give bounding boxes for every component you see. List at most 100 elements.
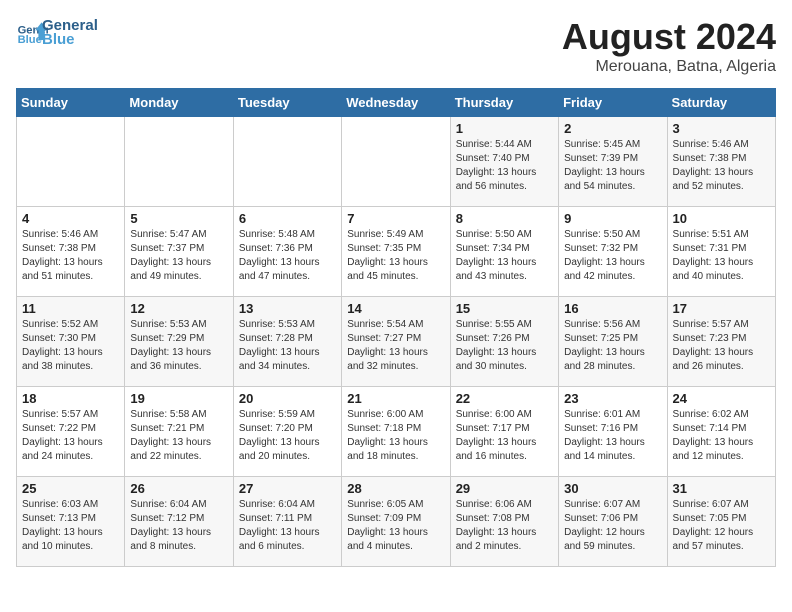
- day-number: 2: [564, 121, 661, 136]
- day-info: Sunrise: 5:52 AM Sunset: 7:30 PM Dayligh…: [22, 318, 119, 374]
- week-row-3: 11 Sunrise: 5:52 AM Sunset: 7:30 PM Dayli…: [17, 297, 776, 387]
- day-info: Sunrise: 5:48 AM Sunset: 7:36 PM Dayligh…: [239, 228, 336, 284]
- logo: General Blue General Blue: [16, 16, 98, 48]
- weekday-header-sunday: Sunday: [17, 89, 125, 117]
- day-number: 27: [239, 481, 336, 496]
- day-info: Sunrise: 5:57 AM Sunset: 7:22 PM Dayligh…: [22, 408, 119, 464]
- day-cell: [233, 117, 341, 207]
- day-info: Sunrise: 6:06 AM Sunset: 7:08 PM Dayligh…: [456, 498, 553, 554]
- day-info: Sunrise: 5:50 AM Sunset: 7:34 PM Dayligh…: [456, 228, 553, 284]
- day-info: Sunrise: 6:04 AM Sunset: 7:12 PM Dayligh…: [130, 498, 227, 554]
- page-header: General Blue General Blue August 2024 Me…: [16, 16, 776, 76]
- day-number: 15: [456, 301, 553, 316]
- day-number: 20: [239, 391, 336, 406]
- day-number: 11: [22, 301, 119, 316]
- day-cell: 23Sunrise: 6:01 AM Sunset: 7:16 PM Dayli…: [559, 387, 667, 477]
- day-number: 8: [456, 211, 553, 226]
- day-cell: 1 Sunrise: 5:44 AM Sunset: 7:40 PM Daylig…: [450, 117, 558, 207]
- day-cell: 9Sunrise: 5:50 AM Sunset: 7:32 PM Daylig…: [559, 207, 667, 297]
- day-number: 30: [564, 481, 661, 496]
- day-cell: 19 Sunrise: 5:58 AM Sunset: 7:21 PM Dayli…: [125, 387, 233, 477]
- day-cell: 26Sunrise: 6:04 AM Sunset: 7:12 PM Dayli…: [125, 477, 233, 567]
- day-info: Sunrise: 6:04 AM Sunset: 7:11 PM Dayligh…: [239, 498, 336, 554]
- day-cell: 6 Sunrise: 5:48 AM Sunset: 7:36 PM Daylig…: [233, 207, 341, 297]
- weekday-header-monday: Monday: [125, 89, 233, 117]
- day-info: Sunrise: 5:53 AM Sunset: 7:28 PM Dayligh…: [239, 318, 336, 374]
- weekday-header-saturday: Saturday: [667, 89, 775, 117]
- day-cell: 28 Sunrise: 6:05 AM Sunset: 7:09 PM Dayli…: [342, 477, 450, 567]
- day-cell: 17 Sunrise: 5:57 AM Sunset: 7:23 PM Dayli…: [667, 297, 775, 387]
- day-info: Sunrise: 5:46 AM Sunset: 7:38 PM Dayligh…: [22, 228, 119, 284]
- day-cell: 22 Sunrise: 6:00 AM Sunset: 7:17 PM Dayli…: [450, 387, 558, 477]
- day-cell: 18 Sunrise: 5:57 AM Sunset: 7:22 PM Dayli…: [17, 387, 125, 477]
- month-year-title: August 2024: [562, 16, 776, 58]
- day-info: Sunrise: 5:57 AM Sunset: 7:23 PM Dayligh…: [673, 318, 770, 374]
- day-info: Sunrise: 5:51 AM Sunset: 7:31 PM Dayligh…: [673, 228, 770, 284]
- day-info: Sunrise: 6:07 AM Sunset: 7:06 PM Dayligh…: [564, 498, 661, 554]
- day-info: Sunrise: 5:47 AM Sunset: 7:37 PM Dayligh…: [130, 228, 227, 284]
- day-info: Sunrise: 5:53 AM Sunset: 7:29 PM Dayligh…: [130, 318, 227, 374]
- day-info: Sunrise: 6:05 AM Sunset: 7:09 PM Dayligh…: [347, 498, 444, 554]
- day-cell: [125, 117, 233, 207]
- weekday-header-friday: Friday: [559, 89, 667, 117]
- day-number: 6: [239, 211, 336, 226]
- day-info: Sunrise: 5:49 AM Sunset: 7:35 PM Dayligh…: [347, 228, 444, 284]
- day-number: 17: [673, 301, 770, 316]
- week-row-2: 4 Sunrise: 5:46 AM Sunset: 7:38 PM Daylig…: [17, 207, 776, 297]
- day-number: 18: [22, 391, 119, 406]
- day-number: 7: [347, 211, 444, 226]
- day-cell: 13 Sunrise: 5:53 AM Sunset: 7:28 PM Dayli…: [233, 297, 341, 387]
- day-info: Sunrise: 5:56 AM Sunset: 7:25 PM Dayligh…: [564, 318, 661, 374]
- day-info: Sunrise: 6:07 AM Sunset: 7:05 PM Dayligh…: [673, 498, 770, 554]
- day-cell: 15 Sunrise: 5:55 AM Sunset: 7:26 PM Dayli…: [450, 297, 558, 387]
- day-number: 28: [347, 481, 444, 496]
- day-cell: 10 Sunrise: 5:51 AM Sunset: 7:31 PM Dayli…: [667, 207, 775, 297]
- day-info: Sunrise: 5:55 AM Sunset: 7:26 PM Dayligh…: [456, 318, 553, 374]
- day-number: 13: [239, 301, 336, 316]
- day-cell: 20Sunrise: 5:59 AM Sunset: 7:20 PM Dayli…: [233, 387, 341, 477]
- day-cell: 24Sunrise: 6:02 AM Sunset: 7:14 PM Dayli…: [667, 387, 775, 477]
- calendar-table: SundayMondayTuesdayWednesdayThursdayFrid…: [16, 88, 776, 567]
- weekday-header-thursday: Thursday: [450, 89, 558, 117]
- day-number: 21: [347, 391, 444, 406]
- day-number: 4: [22, 211, 119, 226]
- day-number: 22: [456, 391, 553, 406]
- day-number: 12: [130, 301, 227, 316]
- weekday-header-tuesday: Tuesday: [233, 89, 341, 117]
- day-cell: 3Sunrise: 5:46 AM Sunset: 7:38 PM Daylig…: [667, 117, 775, 207]
- day-info: Sunrise: 6:00 AM Sunset: 7:17 PM Dayligh…: [456, 408, 553, 464]
- weekday-header-wednesday: Wednesday: [342, 89, 450, 117]
- day-number: 10: [673, 211, 770, 226]
- day-cell: 25Sunrise: 6:03 AM Sunset: 7:13 PM Dayli…: [17, 477, 125, 567]
- day-info: Sunrise: 5:58 AM Sunset: 7:21 PM Dayligh…: [130, 408, 227, 464]
- day-cell: [342, 117, 450, 207]
- day-cell: 5Sunrise: 5:47 AM Sunset: 7:37 PM Daylig…: [125, 207, 233, 297]
- day-cell: 29 Sunrise: 6:06 AM Sunset: 7:08 PM Dayli…: [450, 477, 558, 567]
- day-cell: 14 Sunrise: 5:54 AM Sunset: 7:27 PM Dayli…: [342, 297, 450, 387]
- day-number: 19: [130, 391, 227, 406]
- day-cell: 12 Sunrise: 5:53 AM Sunset: 7:29 PM Dayli…: [125, 297, 233, 387]
- day-number: 16: [564, 301, 661, 316]
- week-row-1: 1 Sunrise: 5:44 AM Sunset: 7:40 PM Daylig…: [17, 117, 776, 207]
- day-cell: 31 Sunrise: 6:07 AM Sunset: 7:05 PM Dayli…: [667, 477, 775, 567]
- day-cell: [17, 117, 125, 207]
- day-number: 14: [347, 301, 444, 316]
- location-subtitle: Merouana, Batna, Algeria: [562, 58, 776, 76]
- day-info: Sunrise: 6:00 AM Sunset: 7:18 PM Dayligh…: [347, 408, 444, 464]
- day-info: Sunrise: 5:46 AM Sunset: 7:38 PM Dayligh…: [673, 138, 770, 194]
- day-number: 1: [456, 121, 553, 136]
- week-row-5: 25Sunrise: 6:03 AM Sunset: 7:13 PM Dayli…: [17, 477, 776, 567]
- day-info: Sunrise: 5:54 AM Sunset: 7:27 PM Dayligh…: [347, 318, 444, 374]
- day-cell: 7 Sunrise: 5:49 AM Sunset: 7:35 PM Daylig…: [342, 207, 450, 297]
- day-cell: 27 Sunrise: 6:04 AM Sunset: 7:11 PM Dayli…: [233, 477, 341, 567]
- day-number: 31: [673, 481, 770, 496]
- title-block: August 2024 Merouana, Batna, Algeria: [562, 16, 776, 76]
- day-cell: 30 Sunrise: 6:07 AM Sunset: 7:06 PM Dayli…: [559, 477, 667, 567]
- logo-line2: Blue: [42, 31, 98, 48]
- day-number: 9: [564, 211, 661, 226]
- day-cell: 16 Sunrise: 5:56 AM Sunset: 7:25 PM Dayli…: [559, 297, 667, 387]
- day-number: 29: [456, 481, 553, 496]
- day-info: Sunrise: 5:45 AM Sunset: 7:39 PM Dayligh…: [564, 138, 661, 194]
- day-cell: 4 Sunrise: 5:46 AM Sunset: 7:38 PM Daylig…: [17, 207, 125, 297]
- day-info: Sunrise: 5:44 AM Sunset: 7:40 PM Dayligh…: [456, 138, 553, 194]
